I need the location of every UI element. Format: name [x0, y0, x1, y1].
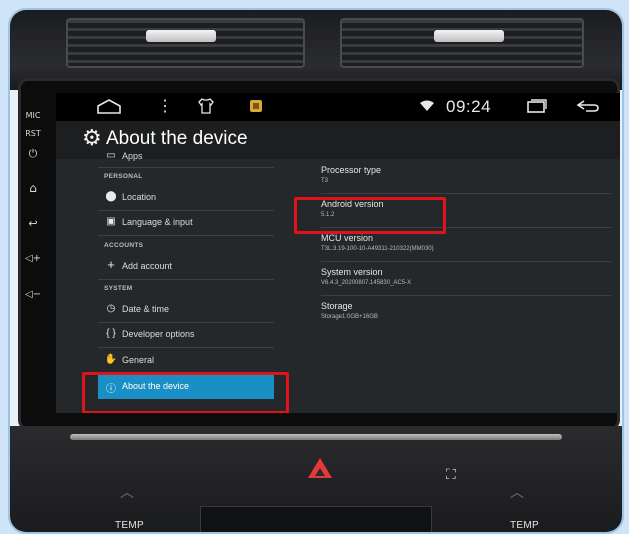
- right-air-vent: [340, 18, 584, 68]
- info-row-storage: Storage Storage1:0GB+16GB: [321, 295, 611, 329]
- menu-item-label: Add account: [122, 261, 173, 271]
- plus-icon: +: [107, 257, 115, 272]
- braces-icon: { }: [106, 328, 116, 339]
- vent-tab[interactable]: [146, 30, 216, 42]
- info-row-system-version: System version V6.4.3_20200807.145830_AC…: [321, 261, 611, 296]
- status-clock: 09:24: [446, 97, 492, 116]
- hand-icon: ✋: [104, 354, 118, 365]
- app-icon[interactable]: [249, 99, 263, 118]
- section-label: SYSTEM: [104, 285, 133, 292]
- menu-item-apps[interactable]: ▭ Apps: [98, 149, 274, 168]
- highlight-android-version: [294, 197, 446, 234]
- menu-item-date-time[interactable]: ◷ Date & time: [98, 298, 274, 323]
- gear-icon: ⚙: [82, 125, 102, 150]
- menu-item-label: General: [122, 355, 155, 365]
- temp-up-left-icon[interactable]: ︿: [120, 482, 134, 502]
- back-arrow-icon[interactable]: [576, 99, 600, 118]
- wifi-icon: [419, 99, 435, 117]
- head-unit-bezel: MIC RST ⏻ ⌂ ↩ ◁+ ◁− ⋮ 09:24 ⚙ About the …: [18, 78, 620, 430]
- power-icon[interactable]: ⏻: [21, 147, 45, 161]
- temp-up-right-icon[interactable]: ︿: [510, 482, 524, 502]
- screenshot-frame: MIC RST ⏻ ⌂ ↩ ◁+ ◁− ⋮ 09:24 ⚙ About the …: [8, 8, 624, 534]
- mic-label: MIC: [25, 111, 41, 120]
- menu-item-label: Developer options: [122, 329, 195, 339]
- section-header-accounts: ACCOUNTS: [98, 238, 274, 252]
- android-screen: ⋮ 09:24 ⚙ About the device ▭ Apps PERSON…: [56, 93, 620, 413]
- info-row-processor: Processor type T3: [321, 159, 611, 194]
- info-value: T3L.3.19-100-10-A49311-210322(MM030): [321, 246, 434, 252]
- seat-heater-icon[interactable]: ⛶: [446, 466, 456, 483]
- menu-item-general[interactable]: ✋ General: [98, 349, 274, 374]
- highlight-about-device: [82, 372, 289, 413]
- temp-label-left: TEMP: [115, 520, 144, 531]
- menu-item-label: Apps: [122, 151, 143, 161]
- menu-item-add-account[interactable]: + Add account: [98, 255, 274, 280]
- section-header-system: SYSTEM: [98, 281, 274, 295]
- home-outline-icon[interactable]: [96, 97, 122, 120]
- clock-icon: ◷: [106, 303, 116, 314]
- info-label: MCU version: [321, 233, 374, 243]
- menu-item-label: Location: [122, 192, 157, 202]
- reset-button[interactable]: RST: [21, 129, 45, 138]
- hazard-inner-icon: [315, 468, 325, 476]
- status-bar: ⋮ 09:24: [56, 93, 620, 121]
- keyboard-icon: ▣: [106, 216, 116, 227]
- info-value: T3: [321, 178, 329, 184]
- menu-item-language-input[interactable]: ▣ Language & input: [98, 211, 274, 236]
- dashboard-bottom-console: ⛶ ︿ ︿ TEMP TEMP: [10, 426, 622, 532]
- home-icon[interactable]: ⌂: [21, 181, 45, 195]
- location-pin-icon: ⬤: [105, 191, 117, 202]
- info-label: Processor type: [321, 165, 382, 175]
- section-header-personal: PERSONAL: [98, 169, 274, 183]
- volume-up-icon[interactable]: ◁+: [21, 253, 45, 264]
- menu-item-location[interactable]: ⬤ Location: [98, 186, 274, 211]
- info-value: Storage1:0GB+16GB: [321, 314, 378, 320]
- back-icon[interactable]: ↩: [21, 217, 45, 230]
- temp-label-right: TEMP: [510, 520, 539, 531]
- apps-icon: ▭: [106, 150, 116, 161]
- console-trim: [70, 434, 562, 440]
- menu-item-label: Language & input: [122, 217, 193, 227]
- info-value: V6.4.3_20200807.145830_AC5-X: [321, 280, 412, 286]
- menu-item-label: Date & time: [122, 304, 170, 314]
- more-vert-icon[interactable]: ⋮: [157, 96, 173, 116]
- left-air-vent: [66, 18, 305, 68]
- recent-apps-icon[interactable]: [526, 99, 548, 118]
- volume-down-icon[interactable]: ◁−: [21, 289, 45, 300]
- info-label: Storage: [321, 301, 353, 311]
- vent-tab[interactable]: [434, 30, 504, 42]
- page-title: About the device: [106, 128, 248, 149]
- shirt-icon[interactable]: [196, 97, 216, 120]
- climate-display: [200, 506, 432, 532]
- menu-item-developer-options[interactable]: { } Developer options: [98, 323, 274, 348]
- section-label: ACCOUNTS: [104, 242, 144, 249]
- info-label: System version: [321, 267, 383, 277]
- section-label: PERSONAL: [104, 173, 143, 180]
